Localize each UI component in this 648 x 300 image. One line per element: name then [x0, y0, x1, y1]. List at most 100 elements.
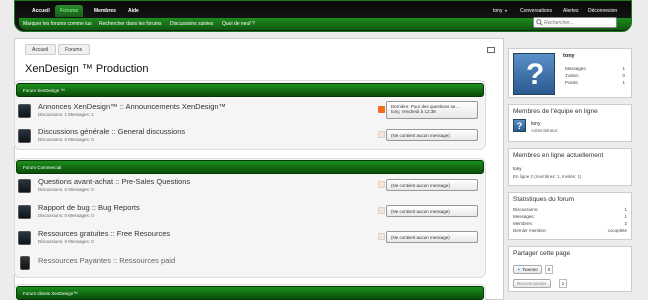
rss-icon [378, 131, 385, 138]
tab-accueil[interactable]: Accueil [27, 5, 55, 17]
visitor-username[interactable]: tony [563, 53, 575, 59]
share-title: Partager cette page [513, 250, 571, 257]
tweet-count: 0 [545, 265, 553, 274]
stat-row: Messages: 1 [509, 213, 631, 220]
forum-stats-title: Statistiques du forum [513, 196, 575, 203]
forum-read-icon [18, 179, 31, 193]
staff-online-title: Membres de l'équipe en ligne [513, 108, 598, 115]
page-title: XenDesign ™ Production [25, 63, 149, 75]
rss-icon[interactable] [378, 106, 385, 113]
stat-label: Dernier membre: [513, 228, 547, 233]
tweet-button[interactable]: ✦ Tweeter [513, 265, 542, 274]
stat-value: 1 [622, 66, 625, 71]
stat-row: Points: 1 [561, 79, 629, 86]
stat-row: Dernier membre: cocoplete [509, 227, 631, 234]
forum-row: Rapport de bug :: Bug Reports Discussion… [18, 201, 482, 223]
search-forums-link[interactable]: Rechercher dans les forums [99, 18, 162, 30]
search-box[interactable] [533, 17, 617, 28]
primary-nav: Accueil Forums Membres Aide tony ▾ Conve… [15, 5, 631, 17]
forum-stats-panel: Statistiques du forum Discussions: 1 Mess… [508, 192, 632, 240]
stat-value[interactable]: cocoplete [608, 227, 627, 234]
stat-row: J'aime: 0 [561, 72, 629, 79]
last-post-box: (Ne contient aucun message) [386, 231, 478, 243]
forum-title-link[interactable]: Rapport de bug :: Bug Reports [38, 203, 140, 212]
question-mark-icon: ? [526, 58, 545, 91]
forum-row: Ressources gratuites :: Free Resources D… [18, 227, 482, 249]
rss-icon [378, 207, 385, 214]
forum-read-icon [18, 129, 31, 143]
stat-value: 0 [622, 73, 625, 78]
forum-title-link[interactable]: Questions avant-achat :: Pre-Sales Quest… [38, 177, 190, 186]
twitter-icon: ✦ [517, 267, 521, 272]
top-navigation: Accueil Forums Membres Aide tony ▾ Conve… [14, 0, 632, 32]
rss-icon [378, 233, 385, 240]
tweet-label: Tweeter [521, 267, 538, 272]
sidebar-toggle-icon[interactable] [487, 47, 495, 53]
user-menu[interactable]: tony [493, 5, 502, 17]
logout-link[interactable]: Déconnexion [588, 5, 617, 17]
forum-read-icon [18, 231, 31, 245]
forum-stats: Discussions: 0 Messages: 0 [38, 239, 94, 244]
last-post-box[interactable]: Dernière: Pour des questions se... tony,… [386, 101, 478, 119]
stat-value: 1 [624, 207, 627, 212]
search-icon [536, 19, 543, 26]
link-forum-icon [20, 256, 30, 270]
watched-threads-link[interactable]: Discussions suivies [170, 18, 213, 30]
staff-role: Administrator [531, 128, 558, 133]
recommend-count: 1 [559, 279, 567, 288]
breadcrumb-forums[interactable]: Forums [58, 44, 91, 55]
stat-value: 2 [624, 221, 627, 226]
avatar[interactable]: ? [513, 53, 555, 95]
stat-row: Discussions: 1 [509, 206, 631, 213]
recommend-button[interactable]: Recommander [513, 279, 551, 288]
forum-stats: Discussions: 1 Messages: 1 [38, 112, 94, 117]
stat-row: Messages: 1 [561, 65, 629, 72]
members-online-title: Membres en ligne actuellement [513, 152, 604, 159]
tab-forums[interactable]: Forums [55, 5, 84, 17]
stat-label: Messages: [513, 214, 535, 219]
forum-stats: Discussions: 0 Messages: 0 [38, 187, 94, 192]
stat-label: Points: [565, 80, 579, 85]
forum-row: Ressources Payantes :: Ressources paid [18, 252, 482, 274]
share-panel: Partager cette page ✦ Tweeter 0 Recomman… [508, 246, 632, 292]
recommend-label: Recommander [517, 281, 547, 286]
tab-membres[interactable]: Membres [89, 5, 121, 17]
avatar[interactable]: ? [513, 119, 526, 132]
forum-stats: Discussions: 0 Messages: 0 [38, 213, 94, 218]
online-username[interactable]: tony [513, 166, 522, 171]
staff-username[interactable]: tony [531, 121, 540, 127]
forum-title-link[interactable]: Annonces XenDesign™ :: Announcements Xen… [38, 102, 226, 111]
forum-stats: Discussions: 0 Messages: 0 [38, 137, 94, 142]
alerts-link[interactable]: Alertes [563, 5, 579, 17]
stat-value: 1 [622, 80, 625, 85]
mark-read-link[interactable]: Marquer les forums comme lus [23, 18, 92, 30]
members-online-panel: Membres en ligne actuellement tony En li… [508, 148, 632, 186]
visitor-panel: ? tony Messages: 1 J'aime: 0 Points: 1 [508, 48, 632, 98]
tab-aide[interactable]: Aide [123, 5, 144, 17]
last-post-box: (Ne contient aucun message) [386, 129, 478, 141]
stat-label: J'aime: [565, 73, 580, 78]
last-post-meta: tony, Vendredi à 12:38 [391, 109, 436, 114]
last-post-box: (Ne contient aucun message) [386, 205, 478, 217]
chevron-down-icon: ▾ [505, 8, 508, 13]
online-summary: En ligne 2 (membres: 1, Invités: 1) [513, 174, 582, 179]
stat-label: Membres: [513, 221, 534, 226]
last-post-box: (Ne contient aucun message) [386, 179, 478, 191]
forum-row: Annonces XenDesign™ :: Announcements Xen… [18, 100, 482, 122]
forum-title-link[interactable]: Ressources Payantes :: Ressources paid [38, 256, 175, 265]
whats-new-link[interactable]: Quoi de neuf ? [222, 18, 255, 30]
forum-read-icon [18, 104, 31, 118]
category-header-xendesign[interactable]: Forum XenDesign ™ [16, 83, 484, 97]
forum-title-link[interactable]: Ressources gratuites :: Free Resources [38, 229, 170, 238]
forum-row: Discussions générale :: General discussi… [18, 125, 482, 147]
forum-title-link[interactable]: Discussions générale :: General discussi… [38, 127, 185, 136]
category-header-commercial[interactable]: Forum Commercial [16, 160, 484, 174]
breadcrumb-accueil[interactable]: Accueil [25, 44, 57, 55]
forum-row: Questions avant-achat :: Pre-Sales Quest… [18, 175, 482, 197]
conversations-link[interactable]: Conversations [520, 5, 552, 17]
search-input[interactable] [544, 19, 614, 27]
category-header-clients[interactable]: Forum clients XenDesign™ [16, 286, 484, 300]
staff-online-panel: Membres de l'équipe en ligne ? tony Admi… [508, 104, 632, 142]
stat-label: Messages: [565, 66, 587, 71]
stat-row: Membres: 2 [509, 220, 631, 227]
